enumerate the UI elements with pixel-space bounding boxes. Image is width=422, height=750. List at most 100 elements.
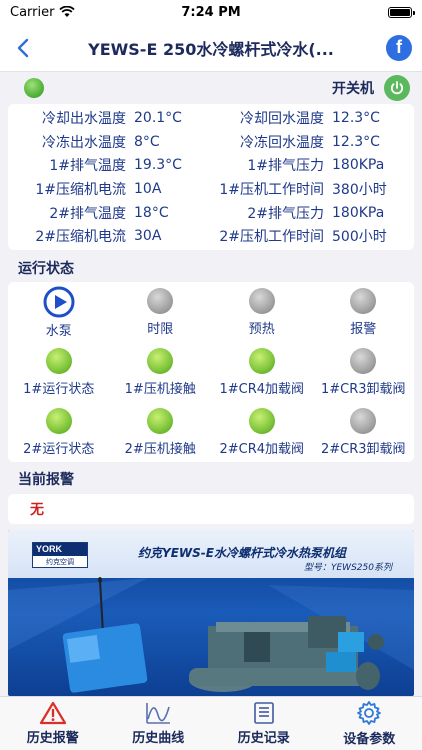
param-value: 20.1°C [134,109,182,126]
param-row: 1#排气温度 19.3°C 1#排气压力 180KPa [8,153,414,177]
status-indicator-off [147,287,174,314]
tab-label: 历史曲线 [132,731,185,746]
page-title: YEWS-E 250水冷螺杆式冷水(... [88,39,334,59]
back-button[interactable] [0,24,46,72]
gear-icon [357,701,382,725]
status-indicator-on [248,407,275,434]
current-alarm-value: 无 [30,502,44,518]
play-icon [43,286,75,317]
status-item: 报警 [313,282,415,342]
param-label: 1#压机工作时间 [219,181,324,198]
status-item: 时限 [110,282,212,342]
tab-history-records[interactable]: 历史记录 [211,697,317,750]
chevron-left-icon [17,38,29,57]
carrier-label: Carrier [10,4,55,20]
status-item: 1#CR4加载阀 [211,342,313,402]
status-item: 2#运行状态 [8,402,110,462]
status-item: 1#压机接触 [110,342,212,402]
power-label: 开关机 [332,81,374,97]
param-row: 2#压缩机电流 30A 2#压机工作时间 500小时 [8,224,414,248]
warning-icon [39,701,66,725]
wifi-icon [59,6,76,17]
status-item: 2#压机接触 [110,402,212,462]
status-indicator-on [147,407,174,434]
tab-label: 历史报警 [26,731,79,746]
param-label: 冷冻出水温度 [42,134,126,151]
param-value: 380小时 [332,181,387,198]
status-item: 1#运行状态 [8,342,110,402]
status-item-label: 2#CR4加载阀 [219,441,305,457]
status-item-label: 1#CR3卸载阀 [320,381,406,397]
param-value: 500小时 [332,229,387,246]
status-item: 1#CR3卸载阀 [313,342,415,402]
status-indicator-on [45,407,72,434]
status-indicator-off [350,347,377,374]
tab-history-alarm[interactable]: 历史报警 [0,697,106,750]
status-item-label: 2#运行状态 [23,441,95,457]
param-label: 2#压缩机电流 [35,229,126,246]
param-row: 1#压缩机电流 10A 1#压机工作时间 380小时 [8,177,414,201]
status-bar: Carrier 7:24 PM [0,0,422,24]
param-label: 2#压机工作时间 [219,229,324,246]
status-item: 预热 [211,282,313,342]
tab-history-curve[interactable]: 历史曲线 [106,697,212,750]
parameters-card: 冷却出水温度 20.1°C 冷却回水温度 12.3°C 冷冻出水温度 8°C 冷冻回水温度 1… [8,104,414,250]
status-indicator-on [45,347,72,374]
param-value: 12.3°C [332,109,380,126]
param-value: 180KPa [332,204,385,221]
status-item: 水泵 [8,282,110,342]
facebook-icon: f [386,34,412,61]
status-indicator-off [248,287,275,314]
param-label: 1#排气温度 [49,158,126,175]
run-status-title: 运行状态 [18,261,74,277]
status-item-label: 时限 [147,321,174,337]
status-item-label: 1#运行状态 [23,381,95,397]
param-row: 2#排气温度 18°C 2#排气压力 180KPa [8,201,414,225]
status-item-label: 预热 [248,321,275,337]
param-label: 1#排气压力 [247,158,324,175]
status-item-label: 2#压机接触 [124,441,196,457]
status-indicator-on [248,347,275,374]
tab-device-params[interactable]: 设备参数 [317,697,422,750]
power-button[interactable] [384,75,410,101]
battery-icon [388,6,415,18]
status-item-label: 2#CR3卸载阀 [320,441,406,457]
tab-label: 设备参数 [343,732,396,747]
run-status-card: 水泵 时限 预热 报警 1#运行状态 1#压机接触 1#CR4加载阀 1#CR3卸载阀 2#运行… [8,282,414,462]
param-label: 冷却出水温度 [42,110,126,127]
status-item-label: 报警 [350,321,377,337]
param-value: 180KPa [332,157,385,174]
tab-label: 历史记录 [237,731,290,746]
product-banner: YORK 约克空调 约克YEWS-E水冷螺杆式冷水热泵机组 型号：YEWS250… [8,530,414,696]
current-alarm-card: 无 [8,494,414,524]
param-label: 2#排气温度 [49,205,126,222]
param-label: 1#压缩机电流 [35,181,126,198]
param-row: 冷却出水温度 20.1°C 冷却回水温度 12.3°C [8,106,414,130]
param-value: 8°C [134,133,160,150]
param-value: 18°C [134,204,169,221]
status-indicator-off [350,407,377,434]
curve-icon [146,703,171,724]
status-item-label: 水泵 [45,323,72,339]
status-item-label: 1#压机接触 [124,381,196,397]
param-value: 19.3°C [134,157,182,174]
power-status-indicator [24,78,44,98]
param-value: 10A [134,180,162,197]
status-item: 2#CR4加载阀 [211,402,313,462]
status-item: 2#CR3卸载阀 [313,402,415,462]
status-item-label: 1#CR4加载阀 [219,381,305,397]
clock: 7:24 PM [181,4,241,20]
power-icon [390,81,404,95]
param-label: 冷冻回水温度 [240,134,324,151]
power-row: 开关机 [8,74,414,102]
param-label: 2#排气压力 [247,205,324,222]
nav-bar: YEWS-E 250水冷螺杆式冷水(... f [0,24,422,72]
chiller-unit-image [8,577,414,693]
param-value: 30A [134,228,162,245]
param-label: 冷却回水温度 [240,110,324,127]
param-value: 12.3°C [332,133,380,150]
status-indicator-on [147,347,174,374]
bottom-tab-bar: 历史报警 历史曲线 历史记录 设备参数 [0,696,422,750]
document-icon [253,702,274,724]
facebook-button[interactable]: f [376,24,422,72]
